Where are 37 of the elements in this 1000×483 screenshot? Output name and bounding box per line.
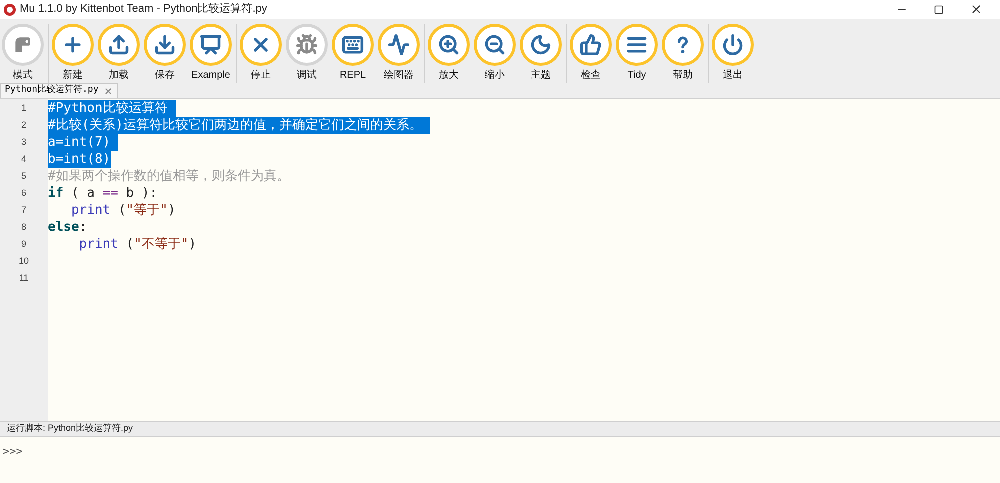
download-icon: [154, 34, 176, 56]
power-icon: [722, 34, 744, 56]
line-number: 8: [21, 220, 26, 234]
bug-icon: [296, 34, 318, 56]
line-number: 6: [21, 186, 26, 200]
app-logo-icon: [4, 4, 16, 16]
code-line: #如果两个操作数的值相等，则条件为真。: [48, 168, 290, 185]
line-number: 11: [19, 272, 29, 285]
close-tab-icon[interactable]: [104, 86, 113, 96]
presentation-icon: [200, 34, 222, 56]
status-text: 运行脚本: Python比较运算符.py: [7, 422, 134, 436]
maximize-icon[interactable]: [934, 4, 944, 14]
zoom-in-icon: [438, 34, 460, 56]
line-number: 4: [21, 152, 26, 166]
line-number: 7: [21, 204, 26, 217]
line-number: 5: [21, 170, 26, 183]
plus-icon: [62, 34, 84, 56]
zoom-out-icon: [484, 34, 506, 56]
code-line: else:: [48, 219, 88, 236]
line-number: 9: [21, 238, 26, 251]
thumbs-up-icon: [580, 34, 602, 56]
moon-icon: [530, 34, 552, 56]
window-title: Mu 1.1.0 by Kittenbot Team - Python比较运算符.py: [20, 2, 268, 18]
close-icon[interactable]: [970, 3, 983, 16]
code-line: if ( a == b ):: [48, 185, 158, 202]
line-number: 1: [21, 102, 26, 115]
keyboard-icon: [342, 34, 364, 56]
pulse-icon: [388, 34, 410, 56]
line-number: 3: [21, 136, 26, 149]
line-number: 2: [21, 118, 26, 132]
line-number: 10: [18, 254, 29, 268]
code-line: print ("不等于"): [78, 236, 197, 253]
code-line: print ("等于"): [70, 202, 176, 219]
upload-icon: [108, 34, 130, 56]
file-tab[interactable]: Python比较运算符.py: [0, 83, 118, 98]
lines-icon: [626, 34, 648, 56]
repl-prompt: >>>: [3, 445, 23, 458]
